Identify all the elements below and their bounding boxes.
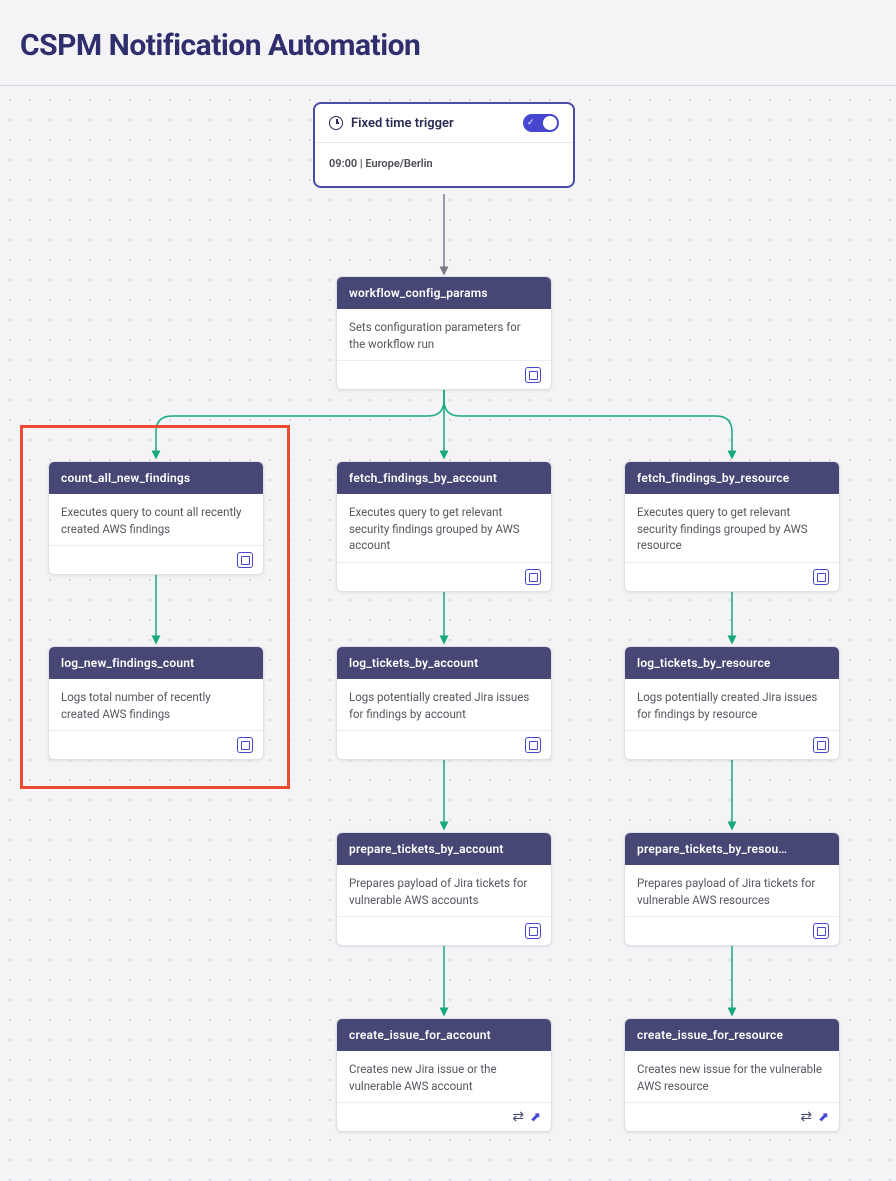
action-type-icon — [525, 923, 541, 939]
action-type-icon — [813, 737, 829, 753]
node-desc: Executes query to count all recently cre… — [49, 494, 263, 545]
action-type-icon — [813, 569, 829, 585]
trigger-header: Fixed time trigger ✓ — [315, 104, 573, 143]
node-footer — [49, 730, 263, 759]
node-workflow-config[interactable]: workflow_config_params Sets configuratio… — [336, 276, 552, 390]
node-header: create_issue_for_resource — [625, 1019, 839, 1051]
node-footer — [337, 360, 551, 389]
node-log-by-resource[interactable]: log_tickets_by_resource Logs potentially… — [624, 646, 840, 760]
node-desc: Logs potentially created Jira issues for… — [625, 679, 839, 730]
node-footer: ⇄ ⬈ — [625, 1102, 839, 1131]
connector-layer — [0, 86, 896, 1176]
action-type-icon — [237, 552, 253, 568]
workflow-canvas[interactable]: Fixed time trigger ✓ 09:00 | Europe/Berl… — [0, 86, 896, 1176]
node-header: prepare_tickets_by_resou… — [625, 833, 839, 865]
node-create-by-resource[interactable]: create_issue_for_resource Creates new is… — [624, 1018, 840, 1132]
trigger-label-group: Fixed time trigger — [329, 116, 454, 131]
check-icon: ✓ — [527, 118, 535, 128]
page-title: CSPM Notification Automation — [20, 28, 876, 63]
action-type-icon — [813, 923, 829, 939]
node-header: fetch_findings_by_account — [337, 462, 551, 494]
node-desc: Logs potentially created Jira issues for… — [337, 679, 551, 730]
loop-icon: ⇄ — [800, 1109, 812, 1125]
node-footer — [625, 562, 839, 591]
clock-icon — [329, 116, 343, 130]
trigger-schedule: 09:00 | Europe/Berlin — [315, 143, 573, 186]
trigger-toggle[interactable]: ✓ — [523, 114, 559, 132]
trigger-title: Fixed time trigger — [351, 116, 454, 131]
node-header: prepare_tickets_by_account — [337, 833, 551, 865]
loop-http-icons: ⇄ ⬈ — [512, 1109, 541, 1125]
action-type-icon — [525, 367, 541, 383]
node-footer — [49, 545, 263, 574]
node-footer — [625, 730, 839, 759]
node-desc: Logs total number of recently created AW… — [49, 679, 263, 730]
node-header: log_tickets_by_resource — [625, 647, 839, 679]
node-fetch-by-resource[interactable]: fetch_findings_by_resource Executes quer… — [624, 461, 840, 592]
node-desc: Creates new Jira issue or the vulnerable… — [337, 1051, 551, 1102]
page-header: CSPM Notification Automation — [0, 0, 896, 86]
action-type-icon — [525, 569, 541, 585]
node-desc: Prepares payload of Jira tickets for vul… — [625, 865, 839, 916]
http-icon: ⬈ — [818, 1110, 829, 1125]
node-header: count_all_new_findings — [49, 462, 263, 494]
node-footer — [625, 916, 839, 945]
node-footer: ⇄ ⬈ — [337, 1102, 551, 1131]
node-create-by-account[interactable]: create_issue_for_account Creates new Jir… — [336, 1018, 552, 1132]
http-icon: ⬈ — [530, 1110, 541, 1125]
node-header: log_tickets_by_account — [337, 647, 551, 679]
node-fetch-by-account[interactable]: fetch_findings_by_account Executes query… — [336, 461, 552, 592]
node-footer — [337, 730, 551, 759]
loop-http-icons: ⇄ ⬈ — [800, 1109, 829, 1125]
node-header: workflow_config_params — [337, 277, 551, 309]
node-header: log_new_findings_count — [49, 647, 263, 679]
node-desc: Executes query to get relevant security … — [337, 494, 551, 562]
trigger-node[interactable]: Fixed time trigger ✓ 09:00 | Europe/Berl… — [313, 102, 575, 188]
node-header: fetch_findings_by_resource — [625, 462, 839, 494]
node-desc: Sets configuration parameters for the wo… — [337, 309, 551, 360]
node-prepare-by-account[interactable]: prepare_tickets_by_account Prepares payl… — [336, 832, 552, 946]
node-footer — [337, 562, 551, 591]
node-log-findings[interactable]: log_new_findings_count Logs total number… — [48, 646, 264, 760]
action-type-icon — [237, 737, 253, 753]
node-prepare-by-resource[interactable]: prepare_tickets_by_resou… Prepares paylo… — [624, 832, 840, 946]
node-desc: Prepares payload of Jira tickets for vul… — [337, 865, 551, 916]
node-header: create_issue_for_account — [337, 1019, 551, 1051]
node-log-by-account[interactable]: log_tickets_by_account Logs potentially … — [336, 646, 552, 760]
node-count-findings[interactable]: count_all_new_findings Executes query to… — [48, 461, 264, 575]
node-desc: Executes query to get relevant security … — [625, 494, 839, 562]
node-footer — [337, 916, 551, 945]
action-type-icon — [525, 737, 541, 753]
toggle-knob — [543, 116, 557, 130]
node-desc: Creates new issue for the vulnerable AWS… — [625, 1051, 839, 1102]
loop-icon: ⇄ — [512, 1109, 524, 1125]
